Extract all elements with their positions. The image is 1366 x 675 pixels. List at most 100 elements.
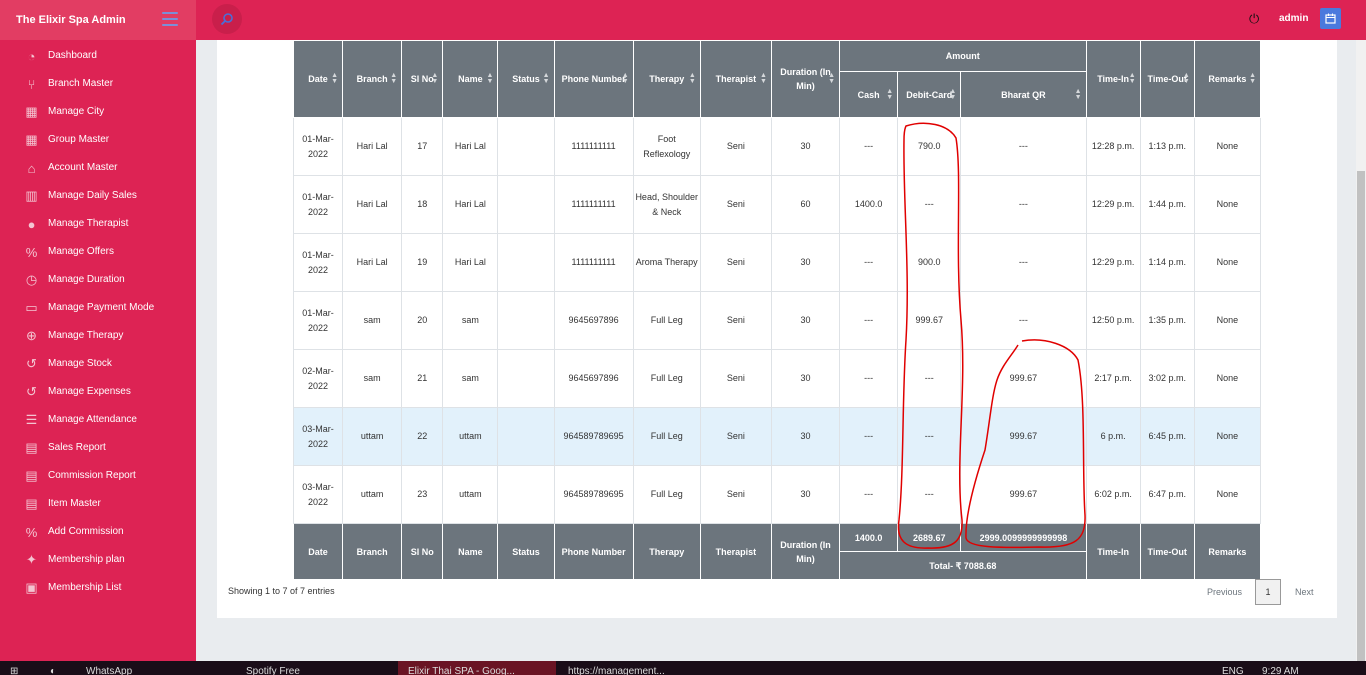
history-icon: ↺ [26, 384, 37, 399]
taskbar-chrome-elixir[interactable]: Elixir Thai SPA - Goog... [408, 666, 515, 675]
col-bharat-label: Bharat QR [1001, 89, 1046, 100]
sidebar-item-manage-therapist[interactable]: ● Manage Therapist [0, 212, 196, 236]
taskbar-whatsapp[interactable]: WhatsApp [86, 666, 132, 675]
sidebar-item-membership-list[interactable]: ▣ Membership List [0, 576, 196, 600]
building-icon: ▦ [25, 132, 38, 147]
cell-debit: 999.67 [897, 291, 962, 350]
col-therapist[interactable]: Therapist ▲ ▼ [699, 40, 772, 118]
col-sl-no[interactable]: Sl No ▲ ▼ [401, 40, 444, 118]
cell-bharat: --- [960, 117, 1087, 176]
search-icon [220, 13, 233, 26]
file-icon: ▤ [25, 496, 38, 511]
previous-page-button[interactable]: Previous [1207, 587, 1242, 597]
sort-icon: ▲ ▼ [331, 72, 339, 85]
bharat-total: 2999.0099999999998 [960, 523, 1087, 552]
sort-icon: ▲ ▼ [828, 72, 836, 85]
cell-branch: uttam [342, 465, 403, 524]
sidebar-item-commission-report[interactable]: ▤ Commission Report [0, 464, 196, 488]
taskbar-app-icon[interactable]: ◐ [50, 666, 56, 675]
clock-icon: ◷ [25, 272, 38, 287]
cell-date: 03-Mar-2022 [292, 465, 344, 524]
cell-name: sam [442, 291, 499, 350]
col-bharat-qr[interactable]: Bharat QR ▲ ▼ [960, 71, 1087, 118]
col-name[interactable]: Name ▲ ▼ [442, 40, 499, 118]
table-info: Showing 1 to 7 of 7 entries [228, 586, 335, 596]
sidebar-item-branch-master[interactable]: ⑂ Branch Master [0, 72, 196, 96]
sidebar-item-group-master[interactable]: ▦ Group Master [0, 128, 196, 152]
cell-therapist: Seni [699, 117, 772, 176]
windows-start-icon[interactable]: ⊞ [10, 666, 18, 675]
cell-time-out: 6:45 p.m. [1139, 407, 1195, 466]
col-therapy-label: Therapy [649, 74, 685, 84]
col-therapy[interactable]: Therapy ▲ ▼ [632, 40, 701, 118]
col-status[interactable]: Status ▲ ▼ [497, 40, 555, 118]
calendar-button[interactable] [1320, 8, 1341, 29]
sort-icon: ▲ ▼ [621, 72, 629, 85]
sidebar-item-sales-report[interactable]: ▤ Sales Report [0, 436, 196, 460]
taskbar-chrome-management[interactable]: https://management... [568, 666, 665, 675]
sidebar-item-membership-plan[interactable]: ✦ Membership plan [0, 548, 196, 572]
sort-icon: ▲ ▼ [1128, 72, 1136, 85]
cell-cash: --- [839, 291, 899, 350]
sidebar-item-add-commission[interactable]: % Add Commission [0, 520, 196, 544]
sidebar-item-manage-expenses[interactable]: ↺ Manage Expenses [0, 380, 196, 404]
cell-date: 01-Mar-2022 [292, 233, 344, 292]
sidebar-item-manage-payment-mode[interactable]: ▭ Manage Payment Mode [0, 296, 196, 320]
sidebar-item-account-master[interactable]: ⌂ Account Master [0, 156, 196, 180]
sidebar-item-manage-therapy[interactable]: ⊕ Manage Therapy [0, 324, 196, 348]
foot-time-out: Time-Out [1139, 523, 1195, 580]
col-time-out[interactable]: Time-Out ▲ ▼ [1139, 40, 1195, 118]
sidebar-item-dashboard[interactable]: ◔ Dashboard [0, 44, 196, 68]
sidebar-item-manage-offers[interactable]: % Manage Offers [0, 240, 196, 264]
col-remarks[interactable]: Remarks ▲ ▼ [1193, 40, 1262, 118]
taskbar-clock[interactable]: 9:29 AM [1262, 666, 1299, 675]
cell-branch: Hari Lal [342, 233, 403, 292]
col-remarks-label: Remarks [1208, 74, 1247, 84]
sidebar-item-manage-attendance[interactable]: ☰ Manage Attendance [0, 408, 196, 432]
table-row: 03-Mar-2022 uttam 22 uttam 964589789695 Full … [292, 407, 1262, 466]
cell-therapist: Seni [699, 291, 772, 350]
col-phone[interactable]: Phone Number ▲ ▼ [553, 40, 634, 118]
cell-sl: 22 [401, 407, 444, 466]
cell-duration: 30 [770, 465, 841, 524]
user-name[interactable]: admin [1279, 13, 1308, 24]
sidebar-item-manage-stock[interactable]: ↺ Manage Stock [0, 352, 196, 376]
taskbar-spotify[interactable]: Spotify Free [246, 666, 300, 675]
sidebar-item-manage-city[interactable]: ▦ Manage City [0, 100, 196, 124]
percent-icon: % [25, 244, 38, 260]
sort-icon: ▲ ▼ [1074, 87, 1082, 101]
col-date[interactable]: Date ▲ ▼ [292, 40, 344, 118]
sidebar-item-manage-duration[interactable]: ◷ Manage Duration [0, 268, 196, 292]
foot-remarks: Remarks [1193, 523, 1262, 580]
foot-branch: Branch [342, 523, 403, 580]
col-cash[interactable]: Cash ▲ ▼ [839, 71, 899, 118]
sidebar-item-item-master[interactable]: ▤ Item Master [0, 492, 196, 516]
table-row: 01-Mar-2022 Hari Lal 19 Hari Lal 1111111111 A… [292, 233, 1262, 292]
search-button[interactable] [212, 4, 242, 34]
taskbar-language[interactable]: ENG [1222, 666, 1244, 675]
list-icon: ☰ [25, 412, 38, 427]
cell-debit: 790.0 [897, 117, 962, 176]
grand-total: Total- ₹ 7088.68 [839, 551, 1087, 580]
dashboard-icon: ◔ [27, 48, 36, 64]
power-icon[interactable]: ⏻ [1249, 11, 1259, 27]
col-time-in[interactable]: Time-In ▲ ▼ [1085, 40, 1141, 118]
col-branch[interactable]: Branch ▲ ▼ [342, 40, 403, 118]
sidebar-item-label: Membership List [48, 582, 122, 593]
page-1-button[interactable]: 1 [1255, 579, 1281, 605]
sidebar-item-manage-daily-sales[interactable]: ▥ Manage Daily Sales [0, 184, 196, 208]
user-icon: ● [27, 216, 36, 232]
next-page-button[interactable]: Next [1295, 587, 1314, 597]
foot-phone: Phone Number [553, 523, 634, 580]
sidebar: ◔ Dashboard ⑂ Branch Master ▦ Manage City ▦ Gro… [0, 40, 196, 661]
cell-name: Hari Lal [442, 233, 499, 292]
cell-cash: --- [839, 349, 899, 408]
col-debit-card[interactable]: Debit-Card ▲ ▼ [897, 71, 962, 118]
scrollbar-thumb[interactable] [1357, 171, 1365, 661]
menu-toggle-icon[interactable] [162, 12, 178, 26]
col-duration[interactable]: Duration (In Min) ▲ ▼ [770, 40, 841, 118]
debit-total: 2689.67 [897, 523, 962, 552]
cell-status [497, 291, 555, 350]
cell-time-out: 3:02 p.m. [1139, 349, 1195, 408]
cell-name: uttam [442, 465, 499, 524]
